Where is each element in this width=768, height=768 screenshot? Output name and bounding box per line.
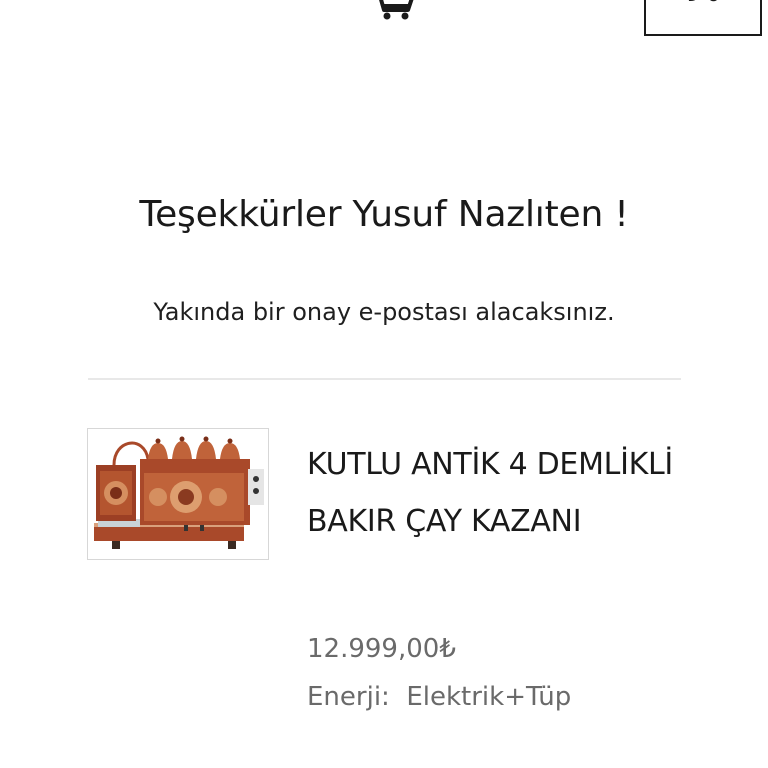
product-thumbnail[interactable] xyxy=(87,428,269,560)
cart-total-text: ₺ 0 xyxy=(686,0,721,6)
variant-label: Enerji: xyxy=(307,682,399,712)
product-name[interactable]: KUTLU ANTİK 4 DEMLİKLİ BAKIR ÇAY KAZANI xyxy=(307,436,707,550)
variant-value: Elektrik+Tüp xyxy=(406,682,572,712)
page-title: Teşekkürler Yusuf Nazlıten ! xyxy=(139,194,629,235)
product-variant: Enerji: Elektrik+Tüp xyxy=(307,682,571,712)
tea-urn-image xyxy=(94,436,264,549)
cart-total-button[interactable]: ₺ 0 xyxy=(644,0,762,36)
cart-icon[interactable] xyxy=(370,0,416,20)
divider xyxy=(88,378,681,380)
confirmation-message: Yakında bir onay e-postası alacaksınız. xyxy=(153,298,615,326)
product-price: 12.999,00₺ xyxy=(307,634,456,664)
